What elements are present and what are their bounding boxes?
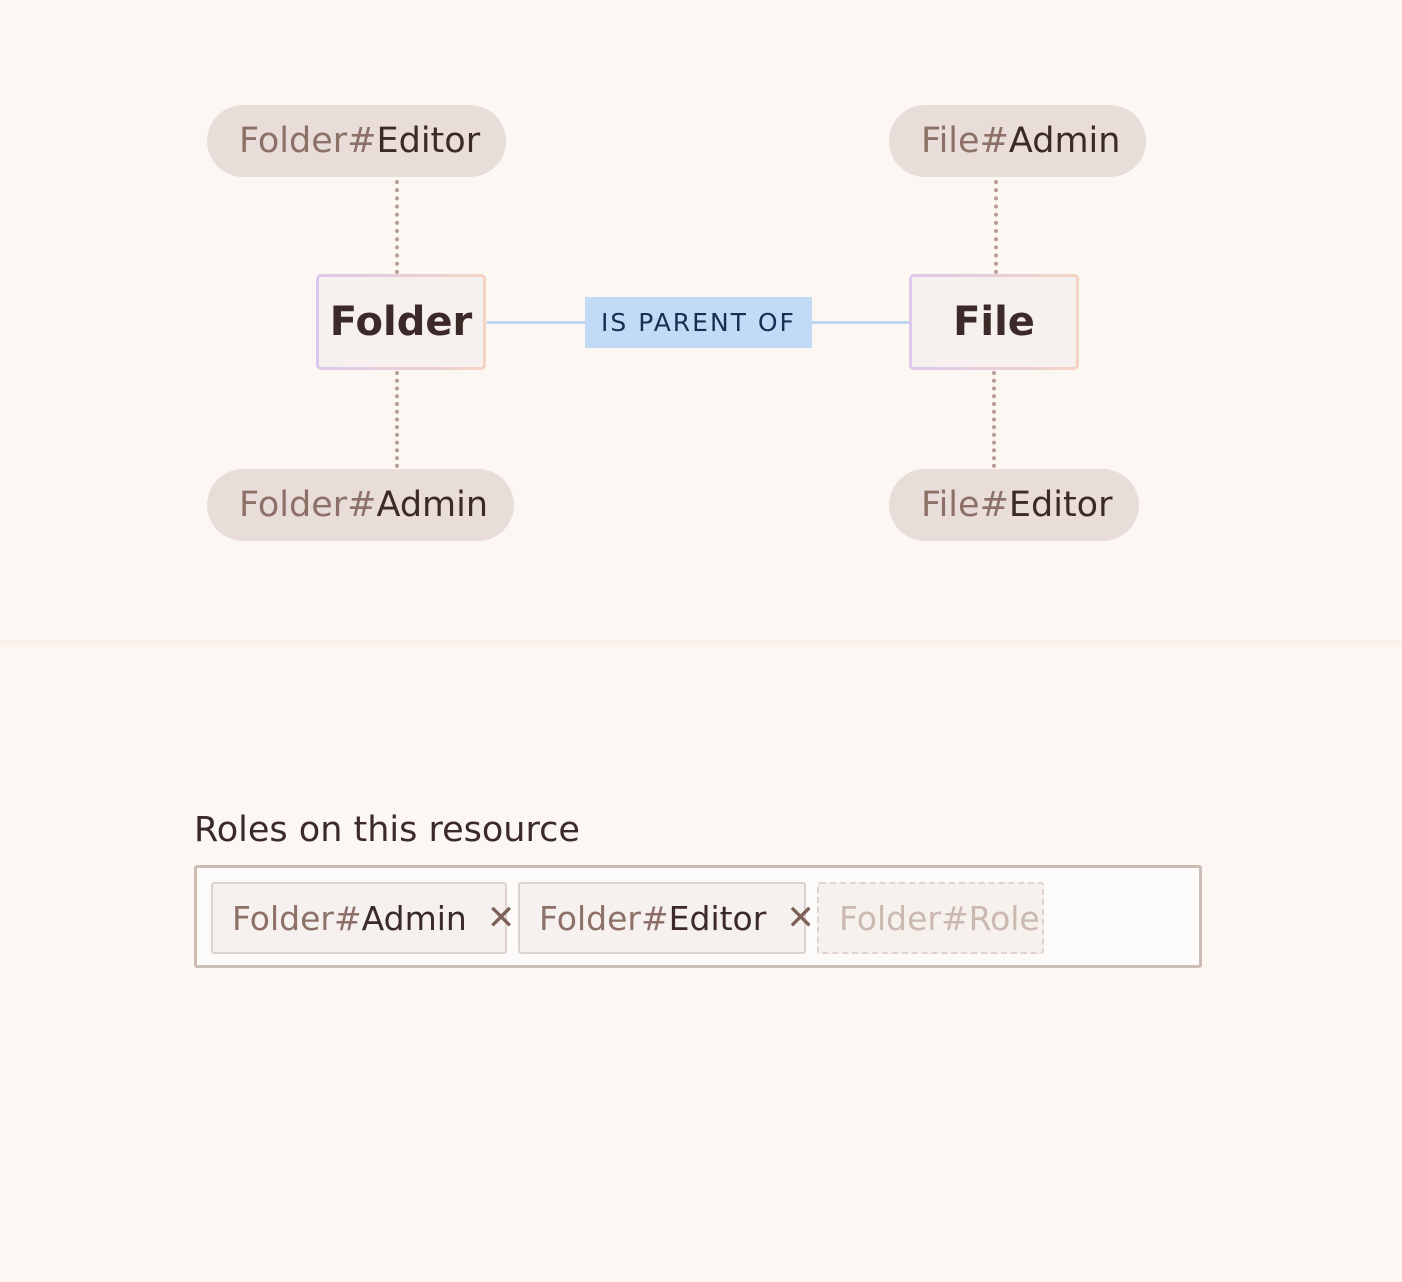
role-pill-folder-editor: Folder# Editor <box>207 105 506 177</box>
relationship-diagram: Folder# Editor Folder# Admin File# Admin Fi… <box>0 0 1402 640</box>
connector-file-admin <box>994 180 998 274</box>
connector-folder-admin <box>395 371 399 468</box>
close-icon[interactable]: ✕ <box>487 898 516 938</box>
chip-namespace: Folder# <box>232 898 362 938</box>
relation-label: IS PARENT OF <box>585 297 812 348</box>
relation-text: IS PARENT OF <box>601 308 796 337</box>
role-pill-file-admin: File# Admin <box>889 105 1146 177</box>
chip-role: Admin <box>361 898 467 938</box>
entity-node-file: File <box>909 274 1079 370</box>
connector-file-editor <box>992 371 996 468</box>
chip-role: Editor <box>668 898 767 938</box>
entity-label: Folder <box>329 299 473 345</box>
roles-input[interactable]: Folder# Admin ✕ Folder# Editor ✕ Folder#Ro… <box>194 865 1202 968</box>
role-name: Editor <box>376 121 481 161</box>
section-divider <box>0 640 1402 645</box>
role-name: Editor <box>1008 485 1113 525</box>
close-icon[interactable]: ✕ <box>786 898 815 938</box>
placeholder-text: Folder#Role <box>839 898 1040 938</box>
role-namespace: Folder# <box>239 121 377 161</box>
role-pill-folder-admin: Folder# Admin <box>207 469 514 541</box>
roles-title: Roles on this resource <box>194 810 580 850</box>
role-chip-placeholder[interactable]: Folder#Role <box>817 882 1044 954</box>
relation-line-left <box>487 321 586 324</box>
entity-label: File <box>953 299 1035 345</box>
role-pill-file-editor: File# Editor <box>889 469 1139 541</box>
entity-node-folder: Folder <box>316 274 486 370</box>
role-namespace: File# <box>921 485 1009 525</box>
role-name: Admin <box>376 485 489 525</box>
role-namespace: Folder# <box>239 485 377 525</box>
connector-folder-editor <box>395 180 399 274</box>
role-name: Admin <box>1008 121 1121 161</box>
relation-line-right <box>811 321 911 324</box>
role-chip-folder-editor[interactable]: Folder# Editor ✕ <box>518 882 815 954</box>
chip-namespace: Folder# <box>539 898 669 938</box>
role-chip-folder-admin[interactable]: Folder# Admin ✕ <box>211 882 515 954</box>
role-namespace: File# <box>921 121 1009 161</box>
